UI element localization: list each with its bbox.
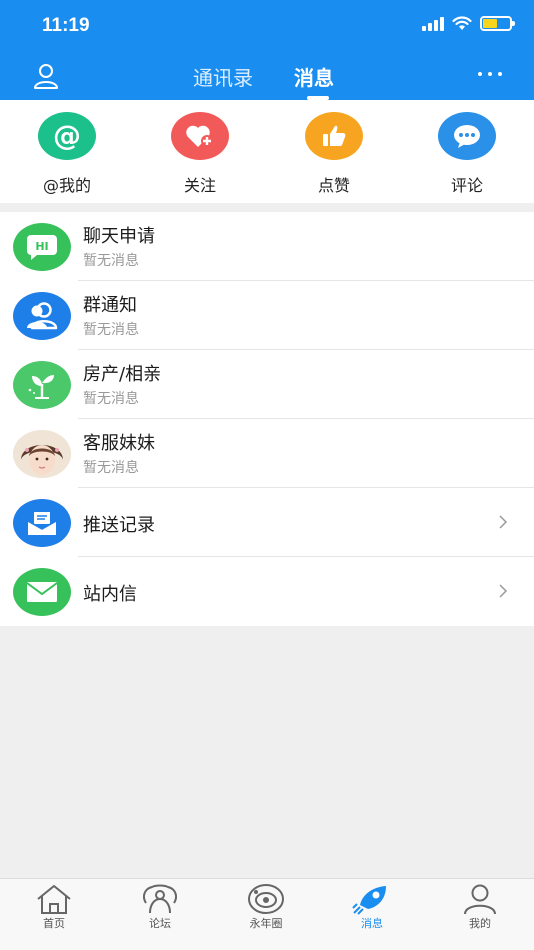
tabbar-item-home[interactable]: 首页	[14, 883, 94, 931]
tabbar-item-forum[interactable]: 论坛	[120, 883, 200, 931]
rocket-icon	[352, 886, 386, 915]
tabbar-label: 消息	[361, 917, 383, 930]
quick-action-label: 点赞	[317, 176, 350, 195]
section-divider	[0, 203, 534, 212]
list-item-title: 聊天申请	[83, 226, 155, 247]
list-item-subtitle: 暂无消息	[83, 322, 139, 338]
sprout-icon	[13, 361, 71, 409]
quick-actions: @ @我的 关注 点赞 评论	[0, 100, 534, 203]
chevron-right-icon	[499, 584, 508, 598]
heart-plus-icon	[171, 112, 229, 160]
tabbar-item-messages[interactable]: 消息	[332, 883, 412, 931]
tabbar-item-profile[interactable]: 我的	[440, 883, 520, 931]
group-icon	[13, 292, 71, 340]
list-item-group-notice[interactable]: 群通知 暂无消息	[0, 281, 534, 350]
battery-icon	[480, 16, 515, 31]
list-item-subtitle: 暂无消息	[83, 253, 139, 269]
signal-icon	[422, 16, 444, 31]
profile-icon	[464, 884, 496, 915]
forum-icon	[143, 884, 177, 914]
thumbs-up-icon	[305, 112, 363, 160]
list-item-title: 群通知	[83, 295, 137, 316]
user-icon[interactable]	[32, 62, 60, 90]
status-time: 11:19	[42, 15, 90, 36]
wifi-icon	[452, 16, 472, 30]
service-avatar	[13, 430, 71, 478]
quick-action-at-me[interactable]: @ @我的	[22, 112, 112, 196]
quick-action-follow[interactable]: 关注	[155, 112, 245, 196]
quick-action-like[interactable]: 点赞	[289, 112, 379, 196]
envelope-icon	[13, 568, 71, 616]
list-item-title: 站内信	[83, 584, 137, 605]
quick-action-label: 评论	[450, 176, 483, 195]
at-icon: @	[38, 112, 96, 160]
list-item-title: 推送记录	[83, 515, 155, 536]
app-header: 11:19 通讯录 消息	[0, 0, 534, 100]
list-item-subtitle: 暂无消息	[83, 460, 139, 476]
top-nav: 通讯录 消息	[0, 52, 534, 100]
list-item-site-mail[interactable]: 站内信	[0, 557, 534, 626]
list-item-property-dating[interactable]: 房产/相亲 暂无消息	[0, 350, 534, 419]
list-item-customer-service[interactable]: 客服妹妹 暂无消息	[0, 419, 534, 488]
svg-text:HI: HI	[35, 240, 48, 253]
status-bar: 11:19	[0, 0, 534, 52]
home-icon	[37, 885, 71, 914]
status-icons	[422, 16, 515, 31]
svg-text:@: @	[53, 119, 81, 152]
chevron-right-icon	[499, 515, 508, 529]
tabbar-label: 首页	[43, 917, 65, 930]
list-item-title: 客服妹妹	[83, 433, 155, 454]
quick-action-label: 关注	[183, 176, 216, 195]
chat-hi-icon: HI	[13, 223, 71, 271]
quick-action-comment[interactable]: 评论	[422, 112, 512, 196]
tabbar-item-circle[interactable]: 永年圈	[226, 883, 306, 931]
tabbar-label: 永年圈	[249, 917, 283, 930]
bottom-tab-bar: 首页 论坛 永年圈 消息 我的	[0, 878, 534, 950]
list-item-chat-request[interactable]: HI 聊天申请 暂无消息	[0, 212, 534, 281]
list-item-push-record[interactable]: 推送记录	[0, 488, 534, 557]
tabbar-label: 我的	[469, 917, 491, 930]
comment-bubble-icon	[438, 112, 496, 160]
circle-icon	[248, 884, 284, 914]
tab-messages[interactable]: 消息	[294, 62, 334, 91]
more-icon[interactable]	[478, 72, 502, 76]
tabbar-label: 论坛	[149, 917, 171, 930]
quick-action-label: @我的	[42, 176, 91, 195]
push-record-icon	[13, 499, 71, 547]
message-list: HI 聊天申请 暂无消息 群通知 暂无消息 房产/相亲 暂无消息 客服妹妹 暂无…	[0, 212, 534, 626]
tab-contacts[interactable]: 通讯录	[193, 62, 253, 91]
list-item-subtitle: 暂无消息	[83, 391, 139, 407]
list-item-title: 房产/相亲	[83, 364, 162, 385]
